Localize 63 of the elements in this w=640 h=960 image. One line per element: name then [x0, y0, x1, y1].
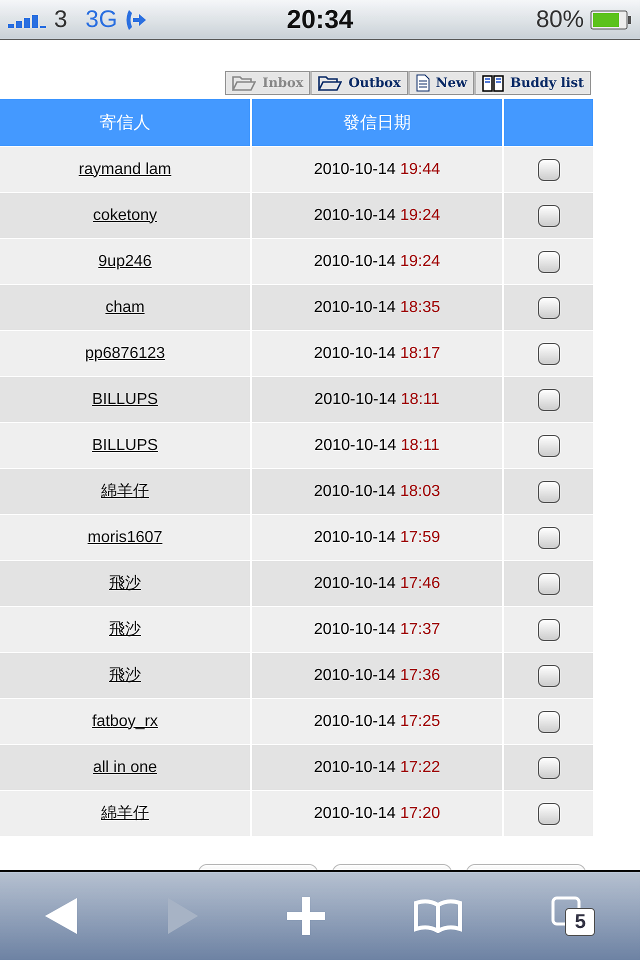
checkbox[interactable]: [538, 618, 560, 640]
checkbox[interactable]: [538, 756, 560, 778]
date-time: 2010-10-14 17:36: [314, 666, 440, 684]
sender-link[interactable]: coketony: [92, 206, 158, 224]
sender-link[interactable]: pp6876123: [84, 344, 166, 362]
sender-link[interactable]: 綿羊仔: [101, 483, 149, 500]
folder-icon: [318, 75, 342, 91]
checkbox[interactable]: [538, 480, 560, 502]
battery-icon: [590, 10, 632, 30]
column-header: 寄信人: [0, 99, 250, 147]
document-icon: [416, 74, 430, 92]
folder-icon: [232, 75, 256, 91]
mail-tab[interactable]: New: [408, 71, 474, 95]
back-button[interactable]: [44, 898, 79, 934]
checkbox[interactable]: [538, 388, 560, 410]
sender-link[interactable]: 飛沙: [109, 575, 141, 592]
date-time: 2010-10-14 18:17: [314, 344, 440, 362]
column-header: 發信日期: [252, 99, 502, 147]
mail-tab[interactable]: Outbox: [310, 71, 408, 95]
battery-percent: 80%: [536, 6, 584, 34]
sender-link[interactable]: raymand lam: [78, 160, 172, 178]
sender-link[interactable]: cham: [105, 298, 145, 316]
date-time: 2010-10-14 17:25: [314, 712, 440, 730]
checkbox[interactable]: [538, 434, 560, 456]
sender-link[interactable]: 綿羊仔: [101, 805, 149, 822]
date-time: 2010-10-14 19:24: [314, 206, 440, 224]
date-time: 2010-10-14 17:37: [314, 620, 440, 638]
sender-link[interactable]: BILLUPS: [92, 390, 158, 408]
checkbox[interactable]: [538, 250, 560, 272]
checkbox[interactable]: [538, 342, 560, 364]
date-time: 2010-10-14 18:11: [314, 390, 440, 408]
sender-link[interactable]: 9up246: [98, 252, 152, 270]
sender-link[interactable]: fatboy_rx: [92, 712, 158, 730]
checkbox[interactable]: [538, 802, 560, 824]
checkbox[interactable]: [538, 204, 560, 226]
checkbox[interactable]: [538, 158, 560, 180]
checkbox[interactable]: [538, 664, 560, 686]
network-type: 3G: [85, 6, 118, 34]
clock: 20:34: [286, 4, 354, 35]
pages-button[interactable]: 5: [551, 896, 596, 936]
sender-link[interactable]: BILLUPS: [92, 436, 158, 454]
bookmarks-icon[interactable]: [414, 899, 462, 933]
date-time: 2010-10-14 17:22: [314, 758, 440, 776]
checkbox[interactable]: [538, 572, 560, 594]
date-time: 2010-10-14 19:44: [314, 160, 440, 178]
checkbox[interactable]: [538, 526, 560, 548]
sender-link[interactable]: moris1607: [88, 528, 162, 546]
mail-tab[interactable]: Buddy list: [474, 71, 591, 95]
book-icon: [482, 74, 504, 92]
sender-link[interactable]: 飛沙: [109, 667, 141, 684]
sender-link[interactable]: all in one: [92, 758, 158, 776]
date-time: 2010-10-14 18:03: [314, 482, 440, 500]
date-time: 2010-10-14 17:59: [314, 528, 440, 546]
sender-link[interactable]: 飛沙: [109, 621, 141, 638]
date-time: 2010-10-14 17:46: [314, 574, 440, 592]
add-icon[interactable]: [286, 897, 325, 935]
date-time: 2010-10-14 17:20: [314, 804, 440, 822]
checkbox[interactable]: [538, 710, 560, 732]
carrier-name: 3: [54, 6, 68, 34]
date-time: 2010-10-14 18:11: [314, 436, 440, 454]
checkbox[interactable]: [538, 296, 560, 318]
date-time: 2010-10-14 18:35: [314, 298, 440, 316]
date-time: 2010-10-14 19:24: [314, 252, 440, 270]
